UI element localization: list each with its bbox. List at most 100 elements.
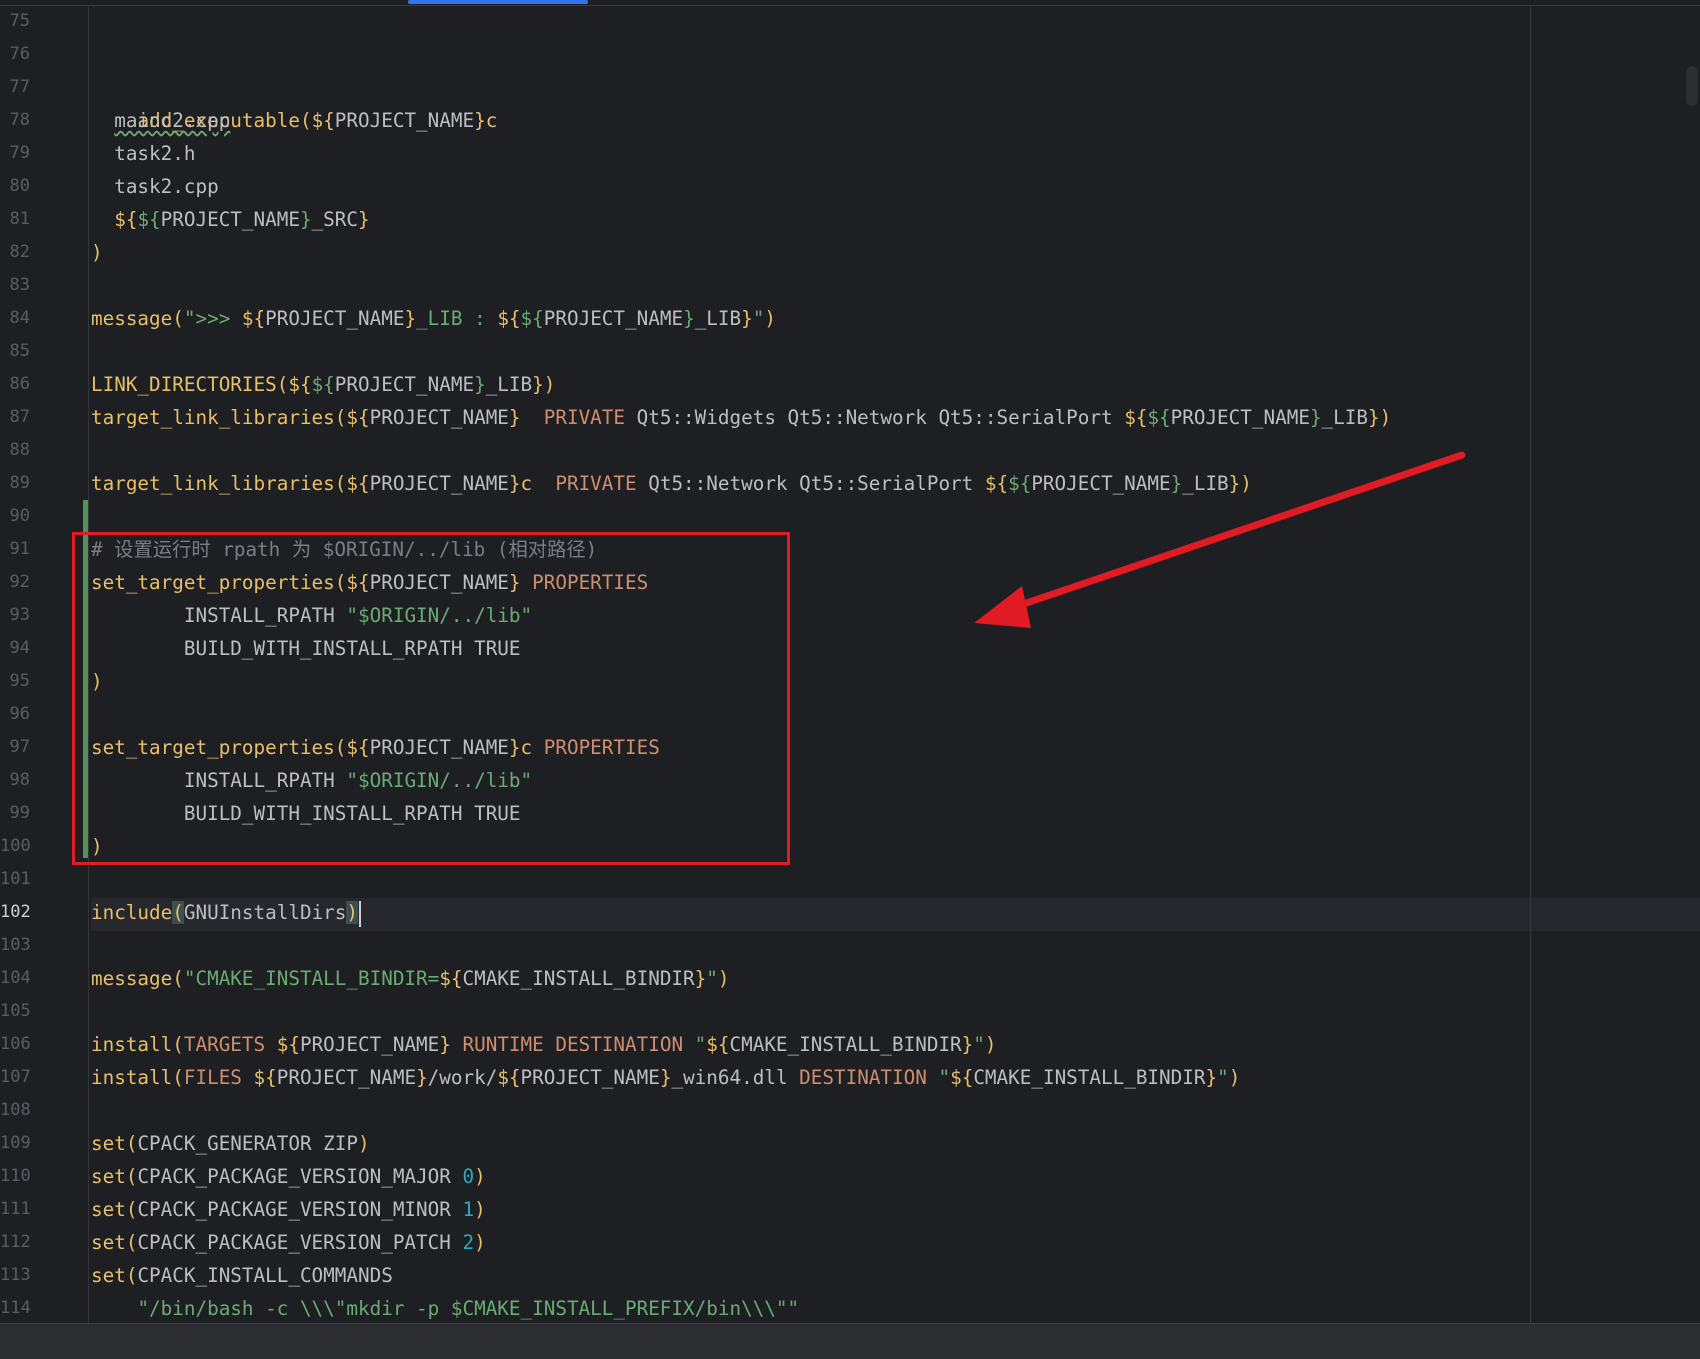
token: PROJECT_NAME <box>299 1033 440 1056</box>
horizontal-scrollbar-area[interactable] <box>0 1323 1700 1359</box>
code-line-84[interactable]: message(">>> ${PROJECT_NAME}_LIB : ${${P… <box>91 302 776 335</box>
code-line-79[interactable]: task2.h <box>91 137 195 170</box>
token: PROJECT_NAME <box>160 208 300 231</box>
text-caret <box>359 900 362 927</box>
token: RUNTIME DESTINATION <box>450 1033 695 1056</box>
code-line-78[interactable]: mainc2.cpp <box>91 104 230 137</box>
code-line-81[interactable]: ${${PROJECT_NAME}_SRC} <box>91 203 370 236</box>
line-number[interactable]: 107 <box>0 1061 31 1094</box>
code-line-82[interactable]: ) <box>91 236 103 269</box>
code-line-80[interactable]: task2.cpp <box>91 170 218 203</box>
active-tab-indicator[interactable] <box>408 0 588 4</box>
token: CPACK_PACKAGE_VERSION_PATCH <box>137 1231 463 1254</box>
line-number[interactable]: 102 <box>0 896 31 929</box>
line-number[interactable]: 101 <box>0 863 31 896</box>
line-number[interactable]: 110 <box>0 1160 31 1193</box>
line-number[interactable]: 79 <box>0 137 30 170</box>
token: } <box>683 307 695 330</box>
code-line-107[interactable]: install(FILES ${PROJECT_NAME}/work/${PRO… <box>91 1061 1240 1094</box>
token: include <box>91 901 173 924</box>
line-number[interactable]: 82 <box>0 236 30 269</box>
line-number[interactable]: 99 <box>0 797 30 830</box>
line-number[interactable]: 103 <box>0 929 31 962</box>
line-number[interactable]: 83 <box>0 269 30 302</box>
token: ( <box>172 307 184 330</box>
token: ( <box>125 1198 138 1221</box>
line-number[interactable]: 109 <box>0 1127 31 1160</box>
token: set <box>91 1165 126 1188</box>
line-number[interactable]: 100 <box>0 830 31 863</box>
line-number[interactable]: 92 <box>0 566 30 599</box>
line-number[interactable]: 97 <box>0 731 30 764</box>
token: ${ <box>137 208 161 231</box>
code-line-112[interactable]: set(CPACK_PACKAGE_VERSION_PATCH 2) <box>91 1226 486 1259</box>
line-number[interactable]: 106 <box>0 1028 31 1061</box>
line-number[interactable]: 90 <box>0 500 30 533</box>
code-line-89[interactable]: target_link_libraries(${PROJECT_NAME}c P… <box>91 467 1252 500</box>
code-line-104[interactable]: message("CMAKE_INSTALL_BINDIR=${CMAKE_IN… <box>91 962 729 995</box>
token: _SRC <box>311 208 359 231</box>
line-number[interactable]: 86 <box>0 368 30 401</box>
token: CPACK_INSTALL_COMMANDS <box>137 1264 393 1287</box>
token: ( <box>172 901 184 924</box>
line-number[interactable]: 112 <box>0 1226 31 1259</box>
code-line-113[interactable]: set(CPACK_INSTALL_COMMANDS <box>91 1259 393 1292</box>
token: } <box>358 208 370 231</box>
code-line-87[interactable]: target_link_libraries(${PROJECT_NAME} PR… <box>91 401 1391 434</box>
code-line-106[interactable]: install(TARGETS ${PROJECT_NAME} RUNTIME … <box>91 1028 997 1061</box>
token: task2.h <box>114 142 196 165</box>
line-number[interactable]: 77 <box>0 71 30 104</box>
line-number[interactable]: 108 <box>0 1094 31 1127</box>
code-line-109[interactable]: set(CPACK_GENERATOR ZIP) <box>91 1127 370 1160</box>
line-number[interactable]: 81 <box>0 203 30 236</box>
token: ) <box>1228 1066 1241 1089</box>
token: } <box>741 307 753 330</box>
line-number[interactable]: 111 <box>0 1193 31 1226</box>
token: message <box>91 307 173 330</box>
token: } <box>1228 472 1241 495</box>
token: set <box>91 1231 126 1254</box>
line-number[interactable]: 89 <box>0 467 30 500</box>
line-number[interactable]: 114 <box>0 1292 31 1325</box>
line-number[interactable]: 98 <box>0 764 30 797</box>
line-number[interactable]: 93 <box>0 599 30 632</box>
token: ${ <box>288 373 312 396</box>
code-line-102[interactable]: include(GNUInstallDirs) <box>91 896 362 929</box>
code-line-77[interactable]: add_executable(${PROJECT_NAME}c <box>91 71 497 132</box>
line-number[interactable]: 76 <box>0 38 30 71</box>
code-line-86[interactable]: LINK_DIRECTORIES(${${PROJECT_NAME}_LIB}) <box>91 368 555 401</box>
code-line-110[interactable]: set(CPACK_PACKAGE_VERSION_MAJOR 0) <box>91 1160 486 1193</box>
token: ( <box>172 1033 184 1056</box>
token: ">>> <box>183 307 242 330</box>
line-number[interactable]: 94 <box>0 632 30 665</box>
code-line-111[interactable]: set(CPACK_PACKAGE_VERSION_MINOR 1) <box>91 1193 486 1226</box>
token: _win64.dll <box>671 1066 788 1089</box>
token: ) <box>1379 406 1392 429</box>
token: ( <box>334 472 347 495</box>
line-number[interactable]: 84 <box>0 302 30 335</box>
token: PROJECT_NAME <box>334 373 475 396</box>
token: ( <box>299 109 312 132</box>
code-line-114[interactable]: "/bin/bash -c \\\"mkdir -p $CMAKE_INSTAL… <box>91 1292 799 1325</box>
token: ${ <box>497 1066 521 1089</box>
token: ( <box>125 1132 138 1155</box>
line-number[interactable]: 95 <box>0 665 30 698</box>
vertical-scrollbar[interactable] <box>1686 66 1698 106</box>
line-number[interactable]: 80 <box>0 170 30 203</box>
token: 0 <box>462 1165 475 1188</box>
line-number[interactable]: 91 <box>0 533 30 566</box>
token: _LIB <box>1321 406 1368 429</box>
line-number[interactable]: 96 <box>0 698 30 731</box>
line-number[interactable]: 75 <box>0 5 30 38</box>
line-number[interactable]: 105 <box>0 995 31 1028</box>
token: " <box>1217 1066 1229 1089</box>
line-number[interactable]: 113 <box>0 1259 31 1292</box>
line-number[interactable]: 87 <box>0 401 30 434</box>
token: CMAKE_INSTALL_BINDIR <box>973 1066 1206 1089</box>
line-number[interactable]: 88 <box>0 434 30 467</box>
token: message <box>91 967 173 990</box>
line-number[interactable]: 104 <box>0 962 31 995</box>
line-number[interactable]: 85 <box>0 335 30 368</box>
line-number[interactable]: 78 <box>0 104 30 137</box>
